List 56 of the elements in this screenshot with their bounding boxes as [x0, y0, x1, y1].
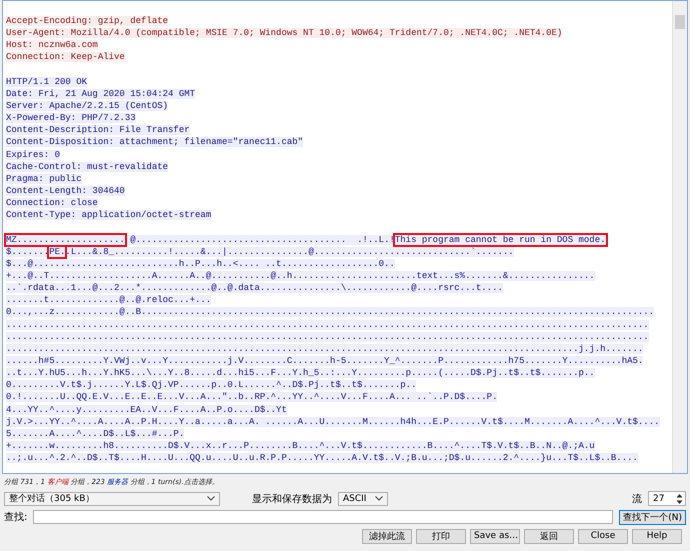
- stream-text: Accept-Encoding: gzip, deflate: [6, 16, 168, 26]
- stream-text: Connection: close: [6, 198, 98, 208]
- stream-text: .......................................................................................................................: [6, 320, 649, 330]
- spin-arrows-icon: [676, 492, 683, 504]
- stream-text: Content-Length: 304640: [6, 186, 125, 196]
- stream-text: 4...YY..^....y.........EA..V...F....A..P.o....D$..Yt: [6, 404, 287, 414]
- stream-text: Cache-Control: must-revalidate: [6, 162, 168, 172]
- stream-label: 流: [632, 492, 642, 506]
- stream-text: Content-Disposition: attachment; filename="ranec11.cab": [6, 137, 304, 148]
- stream-text: Pragma: public: [6, 174, 82, 184]
- dialog-button[interactable]: Save as…: [470, 528, 520, 544]
- scrollbar[interactable]: [672, 1, 687, 473]
- stream-text: 5.......A....^....D$..L$...#...P.: [6, 428, 184, 439]
- chevron-icon: [207, 496, 215, 501]
- stream-text: .......t.............@..@.reloc...+...: [6, 295, 212, 306]
- stream-text: ..........................................................................................................j.j.h.......: [6, 344, 644, 354]
- stream-text: X-Powered-By: PHP/7.2.33: [6, 113, 136, 124]
- stream-text: 0.!.......U..QQ.E.V...E..E..E...V...A..."..b..RP.^...YY..^....V...F....A... ..`..P.D$....P.: [6, 392, 498, 402]
- stream-spinbox[interactable]: 27: [648, 491, 686, 506]
- stream-text: HTTP/1.1 200 OK: [6, 76, 88, 87]
- highlighted-text: PE.: [49, 246, 66, 257]
- dialog-button[interactable]: 返回: [524, 528, 574, 544]
- stream-text: 0...,...z............@..B...............................................................................................: [6, 307, 654, 318]
- stream-text: 0.........V.t$.j......Y.L$.Qj.VP......p..0.L......^..D$.Pj..t$..t$.......p..: [6, 380, 416, 390]
- stream-text: ..`.rdata...1...@...2...*.............@..@.data...............\............@....rsrc...t....: [6, 283, 503, 294]
- chevron-icon: [375, 496, 383, 501]
- conversation-dropdown[interactable]: 整个对话（305 kB）: [4, 492, 220, 506]
- format-dropdown[interactable]: ASCII: [338, 492, 388, 506]
- stream-text: Date: Fri, 21 Aug 2020 15:04:24 GMT: [6, 88, 196, 99]
- stream-text: Host: ncznw6a.com: [6, 40, 98, 50]
- stream-text: User-Agent: Mozilla/4.0 (compatible; MSIE 7.0; Windows NT 10.0; WOW64; Trident/7.0; .NET4.0C; .NET4.0E): [6, 28, 562, 38]
- stream-text: j.V.>...YY..^....A....A..P.H....Y..a.....a...A. ......A...U.......M......h4h...E.P......V.t$....M.......A....^...V.t$....: [6, 416, 660, 427]
- dialog-button[interactable]: Close: [578, 528, 628, 544]
- stream-text: ......h#5.........Y.VWj..v...Y...........j.V........C.......h-5.......Y_^.......P............h75.......Y..........hA5.: [6, 356, 644, 366]
- stream-text: $...@...........................h..P...h..<.... ..t..................0..: [6, 258, 395, 269]
- find-field[interactable]: [33, 510, 614, 524]
- dialog-button[interactable]: 打印: [416, 528, 466, 544]
- find-label: 查找:: [4, 510, 28, 524]
- stream-text: Expires: 0: [6, 150, 60, 160]
- stream-text: .......................................................................................................................: [6, 332, 649, 342]
- stream-text: ..;.u...^.2.^..D$..T$....H....U...QQ.u....U..u.R.P.P.....YY.....A.V.t$..V.;B.u...;D$.u......2.^....}u...T$..L$..B....: [6, 453, 638, 464]
- dialog-button[interactable]: 滤掉此流: [362, 528, 412, 544]
- find-next-button[interactable]: 查找下一个(N): [619, 510, 686, 524]
- stream-text: Content-Description: File Transfer: [6, 125, 190, 136]
- stream-text: +.......w.........h8..........D$.V...x..r...P........B....^...V.t$............B....^....T$.V.t$..B..N..@.;A.u: [6, 440, 595, 451]
- format-label: 显示和保存数据为: [252, 492, 332, 506]
- highlighted-text: This program cannot be run in DOS mode.: [394, 234, 606, 245]
- stream-text: ..t...Y.hU5...h...Y.hK5...\...Y..8.....d...hi5...F...Y.h_5..:...Y.........p.....(.....D$.Pj..t$..t$.......p..: [6, 368, 595, 378]
- stream-text: Content-Type: application/octet-stream: [6, 210, 212, 220]
- highlighted-text: MZ....................: [6, 234, 125, 245]
- dialog-button[interactable]: Help: [632, 528, 682, 544]
- stream-text: Server: Apache/2.2.15 (CentOS): [6, 100, 168, 111]
- stream-text: +...@..T...................A......A..@...........@..h.......................text...s%.......&................: [6, 270, 595, 281]
- stream-text: .L...&.8_..........!.....&...|...............@.............................`.......: [65, 246, 514, 257]
- stream-text: Connection: Keep-Alive: [6, 52, 125, 62]
- stream-text: @....................................... .!..L.!: [124, 234, 395, 245]
